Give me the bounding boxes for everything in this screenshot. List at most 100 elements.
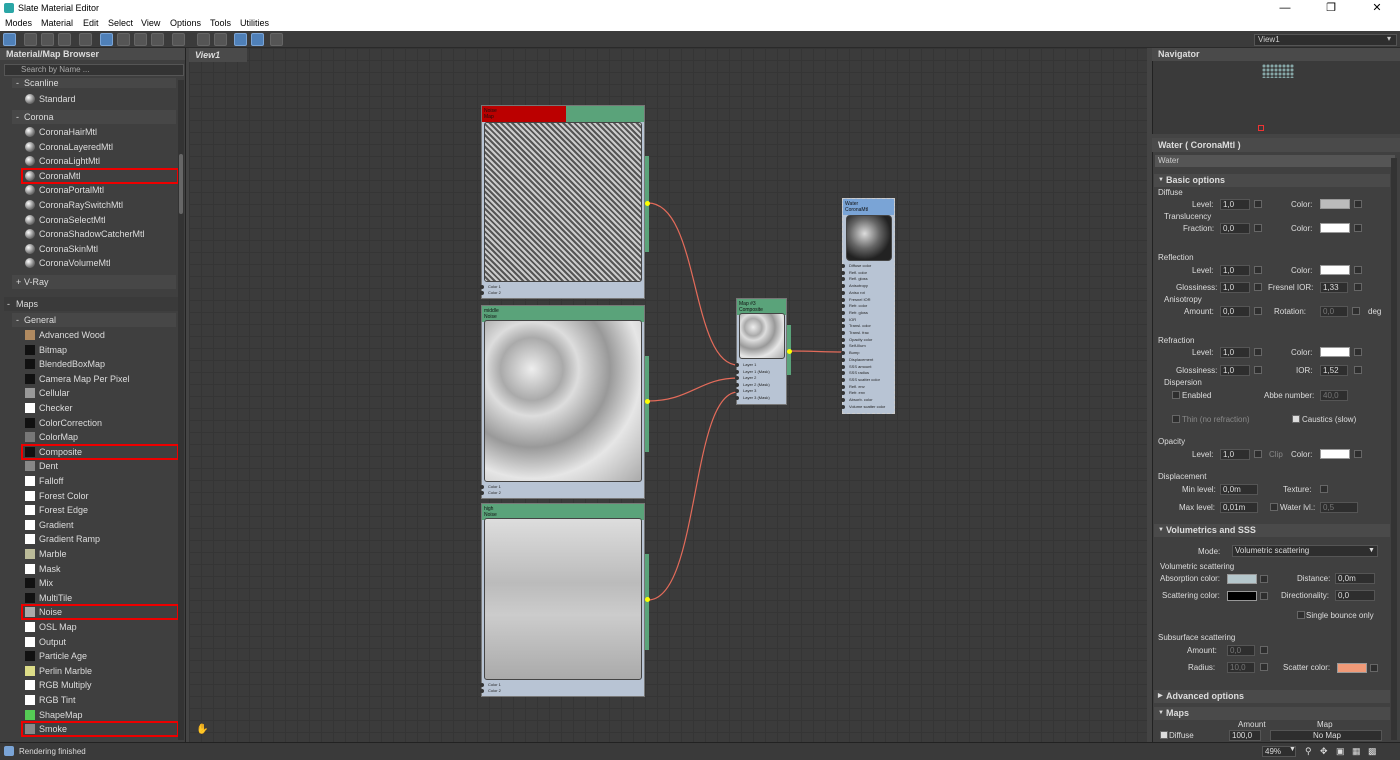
node-composite[interactable]: Map #3 Composite Layer 1 Layer 1 (Mask) Lay… [735, 298, 791, 405]
ior-spinner[interactable]: 1,52 [1320, 365, 1348, 376]
node-water-coronamtl[interactable]: Water CoronaMtl Diffuse color Refl. color R… [841, 198, 895, 414]
composite-slot[interactable]: Layer 1 [743, 362, 756, 368]
material-slot[interactable]: Refr. gloss [849, 310, 868, 316]
reflection-color-map-button[interactable] [1354, 266, 1362, 274]
material-name-field[interactable]: Water [1155, 155, 1395, 167]
diffuse-map-checkbox[interactable] [1160, 731, 1168, 739]
material-slot[interactable]: Transl. frac [849, 330, 869, 336]
opacity-color-map-button[interactable] [1354, 450, 1362, 458]
material-slot[interactable]: Aniso rot [849, 290, 865, 296]
directionality-spinner[interactable]: 0,0 [1335, 590, 1375, 601]
material-slot[interactable]: SSS amount [849, 364, 871, 370]
composite-slot[interactable]: Layer 2 (Mask) [743, 382, 770, 388]
material-slot[interactable]: Diffuse color [849, 263, 871, 269]
output-port[interactable] [645, 597, 650, 602]
material-slot[interactable]: Bump [849, 350, 859, 356]
max-level-spinner[interactable]: 0,01m [1220, 502, 1258, 513]
node-middle-noise[interactable]: middle Noise Color 1 Color 2 [480, 305, 649, 499]
absorption-map-button[interactable] [1260, 575, 1268, 583]
material-slot[interactable]: Refl. gloss [849, 276, 868, 282]
navigator-viewport-rect[interactable] [1258, 125, 1264, 131]
anisotropy-amount-spinner[interactable]: 0,0 [1220, 306, 1250, 317]
chevron-down-icon[interactable]: ▼ [1289, 746, 1296, 753]
material-slot[interactable]: Anisotropy [849, 283, 868, 289]
material-slot[interactable]: Opacity color [849, 337, 872, 343]
material-slot[interactable]: Volume scatter color [849, 404, 885, 410]
material-slot[interactable]: IOR [849, 317, 856, 323]
diffuse-level-map-button[interactable] [1254, 200, 1262, 208]
parameter-scrollbar[interactable] [1391, 158, 1397, 740]
thin-checkbox[interactable] [1172, 415, 1180, 423]
node-header[interactable]: Water CoronaMtl [843, 199, 894, 215]
caustics-checkbox[interactable] [1292, 415, 1300, 423]
distance-spinner[interactable]: 0,0m [1335, 573, 1375, 584]
sss-amount-spinner[interactable]: 0,0 [1227, 645, 1255, 656]
anisotropy-rotation-spinner[interactable]: 0,0 [1320, 306, 1348, 317]
fresnel-ior-spinner[interactable]: 1,33 [1320, 282, 1348, 293]
rollout-advanced-options[interactable]: ▶ Advanced options [1154, 690, 1390, 703]
composite-slot[interactable]: Layer 3 [743, 388, 756, 394]
material-slot[interactable]: Refr. color [849, 303, 867, 309]
diffuse-amount-spinner[interactable]: 100,0 [1229, 730, 1261, 741]
ior-map-button[interactable] [1354, 366, 1362, 374]
rollout-basic-options[interactable]: ▼ Basic options [1154, 174, 1390, 187]
material-slot[interactable]: Fresnel IOR [849, 297, 871, 303]
rollout-maps[interactable]: ▼ Maps [1154, 707, 1390, 720]
refraction-glossiness-spinner[interactable]: 1,0 [1220, 365, 1250, 376]
rotation-map-button[interactable] [1352, 307, 1360, 315]
composite-slot[interactable]: Layer 1 (Mask) [743, 369, 770, 375]
zoom-icon[interactable]: ⚲ [1305, 746, 1312, 757]
material-slot[interactable]: Refl. env [849, 384, 865, 390]
glossiness-map-button[interactable] [1254, 283, 1262, 291]
reflection-glossiness-spinner[interactable]: 1,0 [1220, 282, 1250, 293]
refraction-color-map-button[interactable] [1354, 348, 1362, 356]
opacity-color-swatch[interactable] [1320, 449, 1350, 459]
refr-glossiness-map-button[interactable] [1254, 366, 1262, 374]
node-header[interactable]: Noise Map [482, 106, 644, 122]
scatter-color-map-button[interactable] [1370, 664, 1378, 672]
reflection-color-swatch[interactable] [1320, 265, 1350, 275]
material-slot[interactable]: SSS radius [849, 370, 869, 376]
dispersion-enabled-checkbox[interactable] [1172, 391, 1180, 399]
diffuse-map-button[interactable]: No Map [1270, 730, 1382, 741]
pan-icon[interactable]: ✥ [1320, 746, 1328, 757]
diffuse-level-spinner[interactable]: 1,0 [1220, 199, 1250, 210]
zoom-extents-icon[interactable]: ▣ [1336, 746, 1345, 757]
translucency-fraction-spinner[interactable]: 0,0 [1220, 223, 1250, 234]
water-level-checkbox[interactable] [1270, 503, 1278, 511]
material-slot[interactable]: Transl. color [849, 323, 871, 329]
material-slot[interactable]: Refr. env [849, 390, 865, 396]
material-slot[interactable]: Refl. color [849, 270, 867, 276]
abbe-number-spinner[interactable]: 40,0 [1320, 390, 1348, 401]
composite-slot[interactable]: Layer 2 [743, 375, 756, 381]
translucency-color-swatch[interactable] [1320, 223, 1350, 233]
sss-amount-map-button[interactable] [1260, 646, 1268, 654]
slot-color2[interactable]: Color 2 [488, 688, 501, 694]
output-port[interactable] [645, 399, 650, 404]
scattering-color-swatch[interactable] [1227, 591, 1257, 601]
material-slot[interactable]: SSS scatter color [849, 377, 880, 383]
reflection-level-spinner[interactable]: 1,0 [1220, 265, 1250, 276]
material-slot[interactable]: Absorb. color [849, 397, 873, 403]
diffuse-color-map-button[interactable] [1354, 200, 1362, 208]
sss-radius-map-button[interactable] [1260, 663, 1268, 671]
composite-slot[interactable]: Layer 3 (Mask) [743, 395, 770, 401]
node-noise-map[interactable]: Noise Map Color 1 Color 2 [480, 105, 649, 299]
opacity-level-map-button[interactable] [1254, 450, 1262, 458]
absorption-color-swatch[interactable] [1227, 574, 1257, 584]
diffuse-color-swatch[interactable] [1320, 199, 1350, 209]
refraction-level-spinner[interactable]: 1,0 [1220, 347, 1250, 358]
sss-radius-spinner[interactable]: 10,0 [1227, 662, 1255, 673]
zoom-selected-icon[interactable]: ▩ [1368, 746, 1377, 757]
scattering-map-button[interactable] [1260, 592, 1268, 600]
scattering-mode-dropdown[interactable]: Volumetric scattering [1232, 545, 1378, 557]
displacement-texture-button[interactable] [1320, 485, 1328, 493]
scatter-color-swatch[interactable] [1337, 663, 1367, 673]
opacity-level-spinner[interactable]: 1,0 [1220, 449, 1250, 460]
reflection-level-map-button[interactable] [1254, 266, 1262, 274]
output-port[interactable] [787, 349, 792, 354]
anisotropy-map-button[interactable] [1254, 307, 1262, 315]
node-high-noise[interactable]: high Noise Color 1 Color 2 [480, 503, 649, 697]
rollout-volumetrics-sss[interactable]: ▼ Volumetrics and SSS [1154, 524, 1390, 537]
material-slot[interactable]: Displacement [849, 357, 873, 363]
